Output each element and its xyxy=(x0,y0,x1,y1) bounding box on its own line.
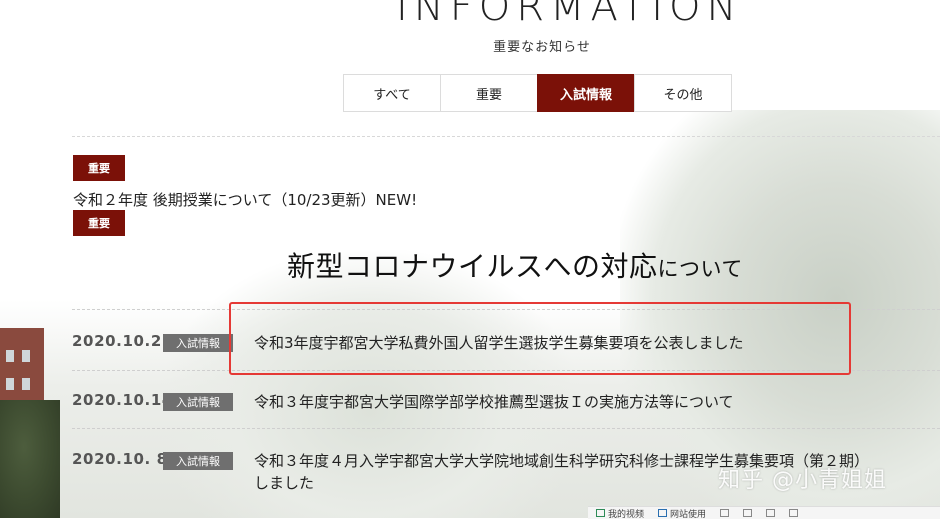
covid-title-suffix: について xyxy=(658,257,743,281)
divider xyxy=(72,136,940,137)
news-category-badge: 入試情報 xyxy=(163,393,233,411)
tab-all[interactable]: すべて xyxy=(343,74,441,112)
image-icon[interactable] xyxy=(743,509,752,517)
site-usage-label: 网站使用 xyxy=(670,507,706,519)
feedback-icon[interactable] xyxy=(766,509,775,517)
tab-important[interactable]: 重要 xyxy=(440,74,538,112)
covid-section-title[interactable]: 新型コロナウイルスへの対応について xyxy=(287,245,743,285)
covid-title-main: 新型コロナウイルスへの対応 xyxy=(287,250,658,283)
my-videos-item[interactable]: 我的视频 xyxy=(596,507,644,519)
news-category-badge: 入試情報 xyxy=(163,452,233,470)
news-date: 2020.10.22 xyxy=(72,332,173,350)
page-subheading: 重要なお知らせ xyxy=(0,36,940,55)
news-date: 2020.10.14 xyxy=(72,391,173,409)
news-date: 2020.10. 8 xyxy=(72,450,168,468)
tool-icon[interactable] xyxy=(720,509,729,517)
notice-link-autumn-classes[interactable]: 令和２年度 後期授業について（10/23更新）NEW! xyxy=(73,189,417,210)
video-icon xyxy=(596,509,605,517)
page-heading: INFORMATION xyxy=(396,0,742,30)
row-divider xyxy=(72,428,940,429)
download-icon[interactable] xyxy=(789,509,798,517)
news-title-continuation[interactable]: しました xyxy=(254,471,314,495)
shield-icon xyxy=(658,509,667,517)
important-badge: 重要 xyxy=(73,210,125,236)
tab-admissions[interactable]: 入試情報 xyxy=(537,74,635,112)
browser-bottom-bar: 我的视频 网站使用 xyxy=(588,506,940,519)
news-category-badge: 入試情報 xyxy=(163,334,233,352)
news-title-link[interactable]: 令和３年度宇都宮大学国際学部学校推薦型選抜Ｉの実施方法等について xyxy=(254,390,734,414)
zhihu-watermark: 知乎 @小青姐姐 xyxy=(718,462,887,494)
site-usage-item[interactable]: 网站使用 xyxy=(658,507,706,519)
important-badge: 重要 xyxy=(73,155,125,181)
my-videos-label: 我的视频 xyxy=(608,507,644,519)
tab-other[interactable]: その他 xyxy=(634,74,732,112)
category-tabs: すべて 重要 入試情報 その他 xyxy=(344,74,732,112)
annotation-highlight-box xyxy=(229,302,851,375)
